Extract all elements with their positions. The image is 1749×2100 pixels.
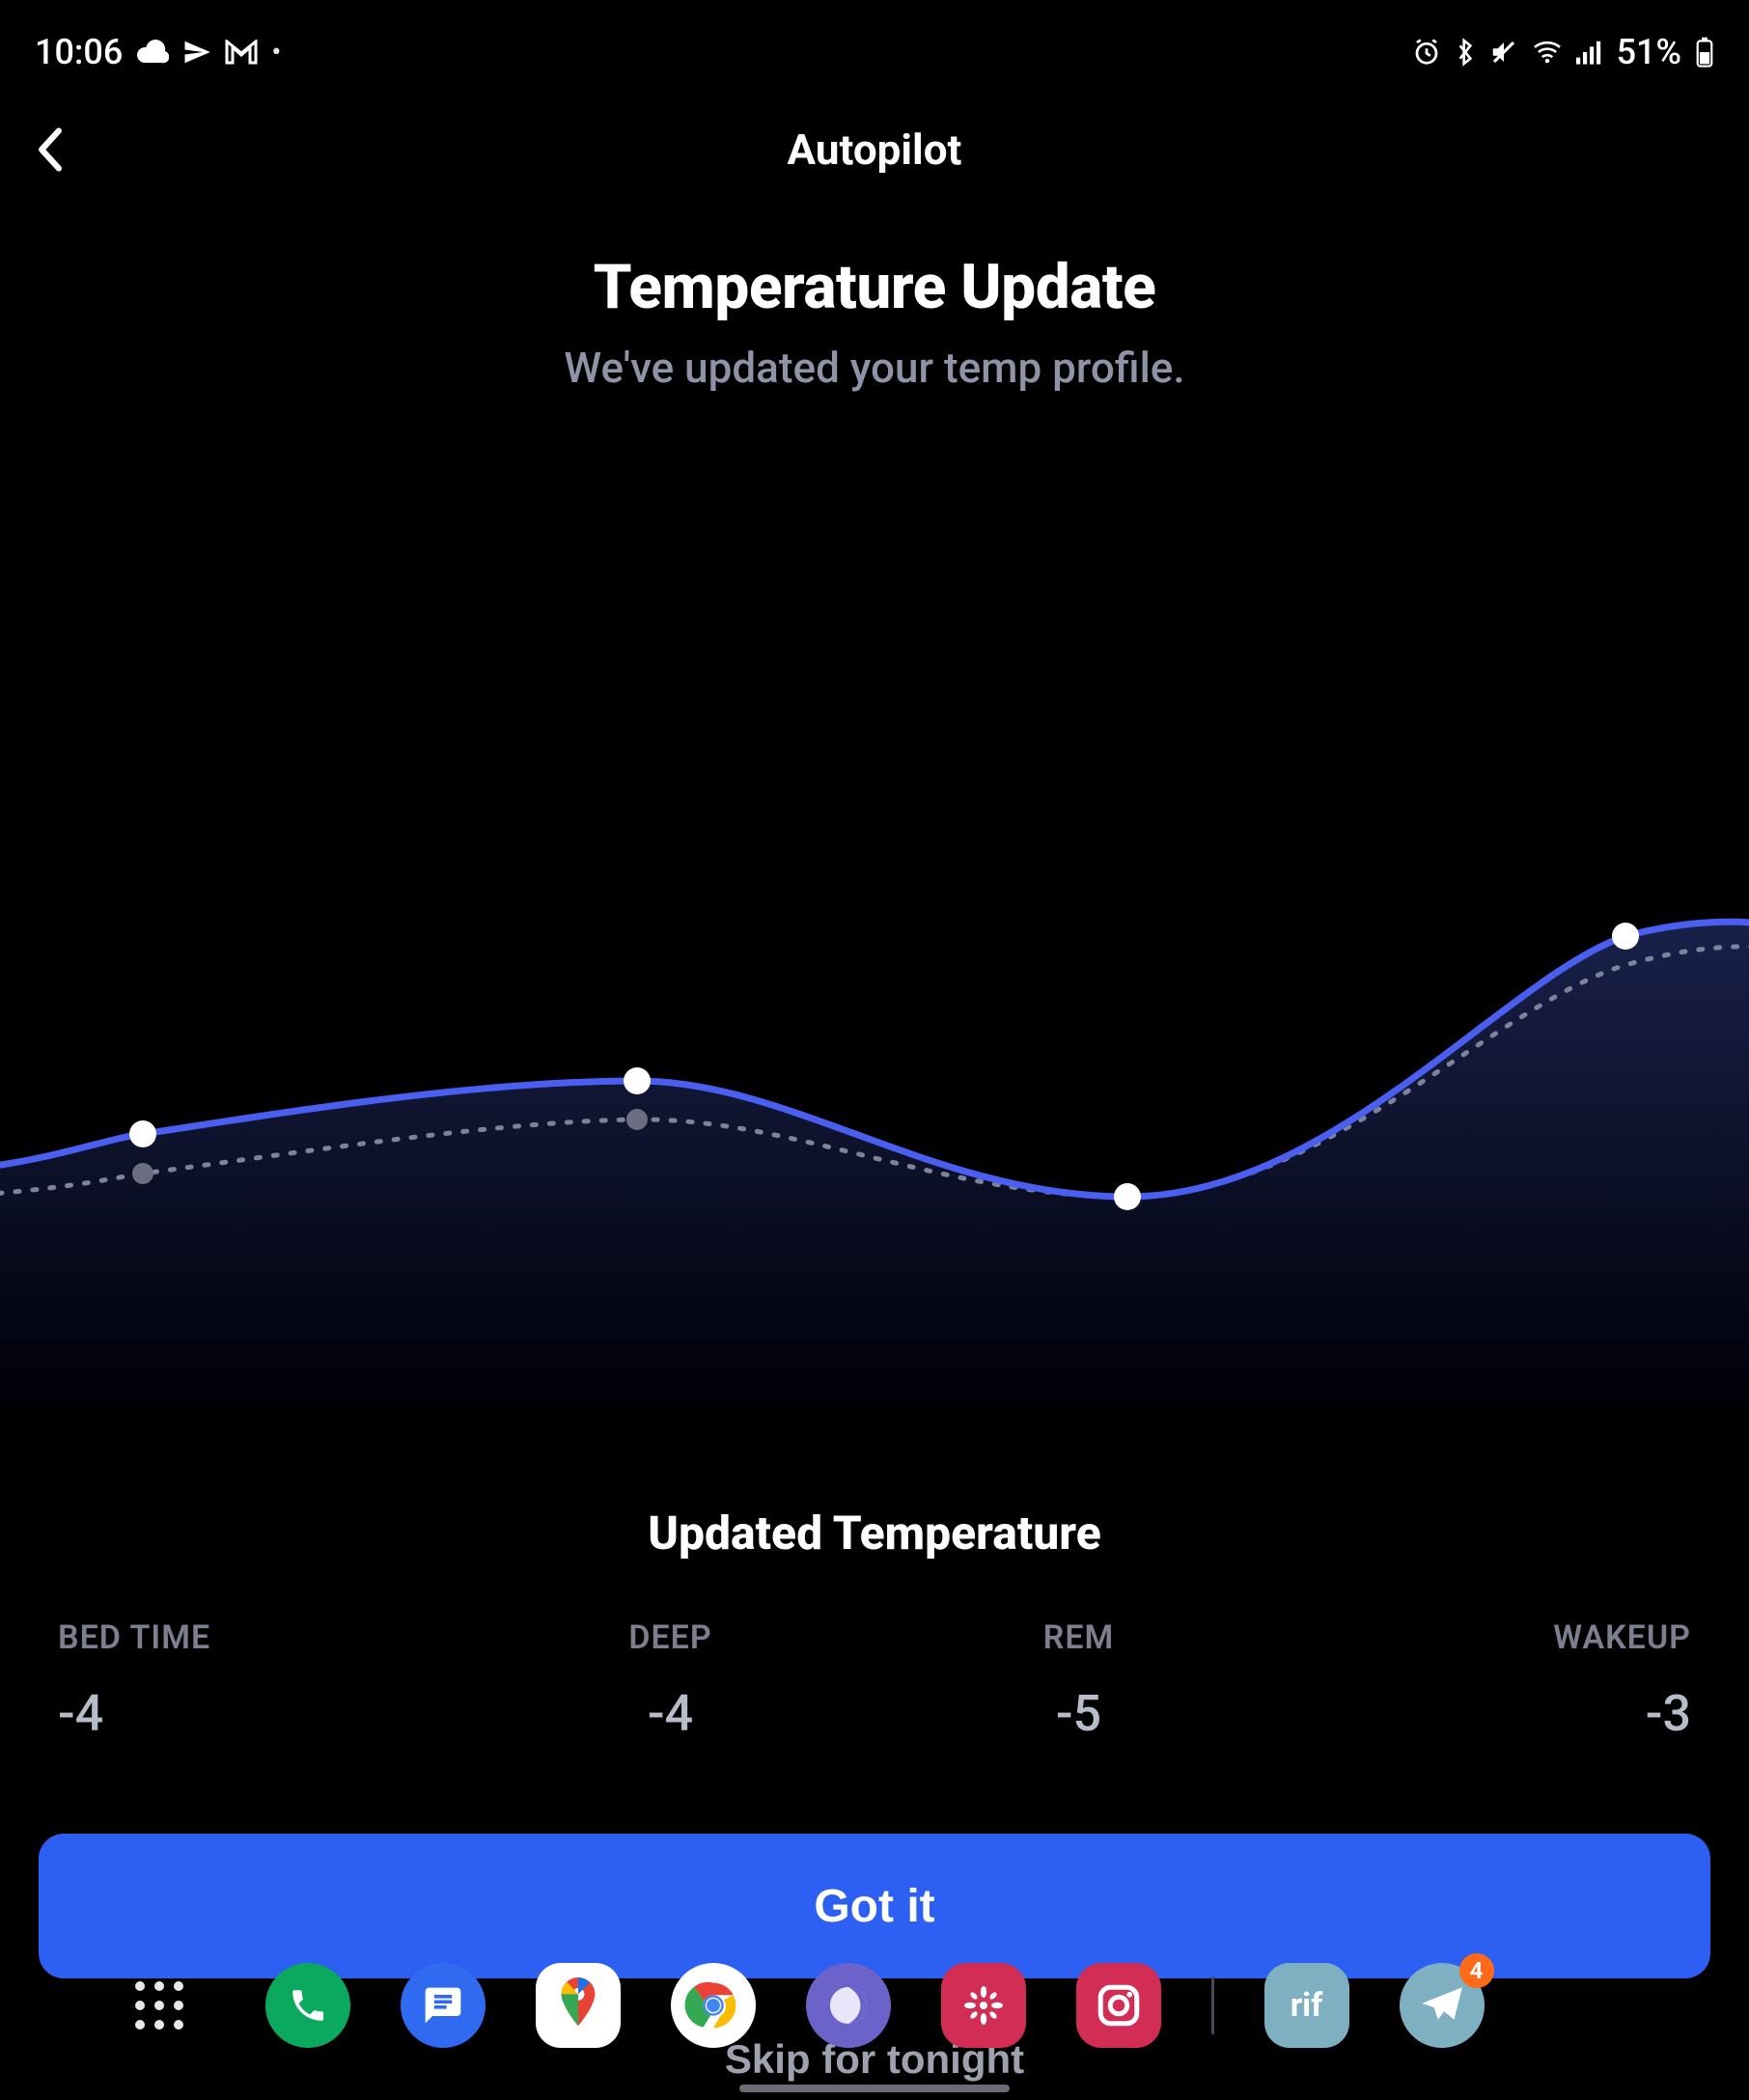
- gmail-icon: [225, 40, 258, 65]
- temperature-columns: BED TIME -4 DEEP -4 REM -5 WAKEUP -3: [0, 1618, 1749, 1743]
- instagram-app-icon[interactable]: [1076, 1963, 1161, 2048]
- home-indicator[interactable]: [739, 2085, 1010, 2092]
- mute-icon: [1489, 38, 1518, 67]
- messages-app-icon[interactable]: [401, 1963, 486, 2048]
- chart-marker-prev: [626, 1109, 648, 1130]
- temp-col-bedtime: BED TIME -4: [58, 1618, 466, 1743]
- page-titles: Temperature Update We've updated your te…: [0, 251, 1749, 393]
- temperature-chart: [0, 540, 1749, 1409]
- updated-temperature-section: Updated Temperature BED TIME -4 DEEP -4 …: [0, 1506, 1749, 1743]
- temp-label: DEEP: [628, 1618, 711, 1657]
- temp-col-deep: DEEP -4: [466, 1618, 874, 1743]
- battery-icon: [1695, 37, 1714, 68]
- temp-value: -4: [648, 1684, 693, 1743]
- chart-marker-prev: [132, 1163, 153, 1184]
- yelp-app-icon[interactable]: [941, 1963, 1026, 2048]
- phone-app-icon[interactable]: [265, 1963, 350, 2048]
- bluetooth-icon: [1455, 37, 1476, 68]
- navigation-bar: rif 4: [0, 1938, 1749, 2073]
- battery-text: 51%: [1617, 32, 1681, 72]
- temp-col-rem: REM -5: [874, 1618, 1283, 1743]
- page-subtitle: We've updated your temp profile.: [0, 343, 1749, 393]
- chart-marker: [1612, 923, 1639, 950]
- updated-temperature-title: Updated Temperature: [0, 1506, 1749, 1561]
- signal-icon: [1576, 40, 1603, 65]
- telegram-app-icon[interactable]: 4: [1400, 1963, 1485, 2048]
- temp-value: -5: [1056, 1684, 1101, 1743]
- temp-label: REM: [1043, 1618, 1115, 1657]
- clock: 10:06: [35, 32, 123, 72]
- temp-col-wakeup: WAKEUP -3: [1283, 1618, 1691, 1743]
- app-header: Autopilot: [0, 87, 1749, 212]
- back-button[interactable]: [21, 121, 79, 179]
- status-left: 10:06 •: [35, 32, 281, 72]
- temp-label: BED TIME: [58, 1618, 210, 1657]
- page-title: Temperature Update: [0, 251, 1749, 323]
- nav-divider: [1211, 1976, 1214, 2034]
- samsung-internet-app-icon[interactable]: [806, 1963, 891, 2048]
- app-drawer-button[interactable]: [135, 1981, 183, 2030]
- screen-title: Autopilot: [788, 124, 962, 175]
- chart-area: [0, 922, 1749, 1409]
- cloud-icon: [136, 40, 169, 65]
- temp-value: -4: [58, 1684, 103, 1743]
- temp-label: WAKEUP: [1553, 1618, 1691, 1657]
- chart-marker: [129, 1120, 156, 1147]
- chart-marker: [624, 1067, 651, 1094]
- chart-marker: [1114, 1183, 1141, 1210]
- chevron-left-icon: [36, 127, 65, 172]
- alarm-icon: [1412, 38, 1441, 67]
- status-right: 51%: [1412, 32, 1714, 72]
- send-icon: [182, 38, 211, 67]
- wifi-icon: [1532, 40, 1563, 65]
- status-bar: 10:06 • 51%: [0, 0, 1749, 87]
- notification-badge: 4: [1459, 1953, 1494, 1988]
- rif-app-icon[interactable]: rif: [1264, 1963, 1349, 2048]
- temp-value: -3: [1646, 1684, 1691, 1743]
- maps-app-icon[interactable]: [536, 1963, 621, 2048]
- chrome-app-icon[interactable]: [671, 1963, 756, 2048]
